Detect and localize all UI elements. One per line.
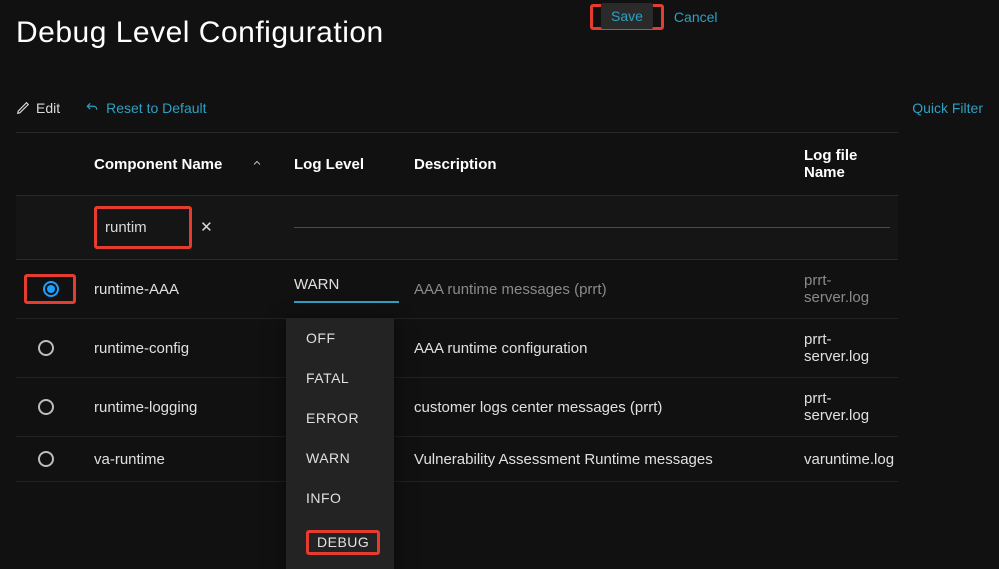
component-filter-input[interactable] xyxy=(103,213,183,242)
edit-button[interactable]: Edit xyxy=(16,100,60,116)
col-select-header xyxy=(16,133,86,196)
table-row[interactable]: va-runtime Vulnerability Assessment Runt… xyxy=(16,437,999,482)
page-title: Debug Level Configuration xyxy=(16,16,999,50)
reset-to-default-button[interactable]: Reset to Default xyxy=(84,100,206,116)
log-level-option-debug[interactable]: DEBUG xyxy=(286,518,394,567)
log-level-option-off[interactable]: OFF xyxy=(286,318,394,358)
toolbar: Edit Reset to Default Quick Filter xyxy=(16,100,999,116)
edit-label: Edit xyxy=(36,100,60,116)
log-level-option-fatal[interactable]: FATAL xyxy=(286,358,394,398)
description-cell: Vulnerability Assessment Runtime message… xyxy=(406,437,796,482)
log-level-option-info[interactable]: INFO xyxy=(286,478,394,518)
logfile-cell: varuntime.log xyxy=(796,437,898,482)
quick-filter-link[interactable]: Quick Filter xyxy=(912,100,983,116)
table-row[interactable]: runtime-AAA WARN OFF FATAL ERROR WARN IN… xyxy=(16,260,999,319)
row-select-radio[interactable] xyxy=(43,281,59,297)
description-cell: AAA runtime configuration xyxy=(406,319,796,378)
reset-label: Reset to Default xyxy=(106,100,206,116)
log-level-select[interactable]: WARN xyxy=(294,276,399,303)
component-name-cell: runtime-logging xyxy=(86,378,286,437)
table-row[interactable]: runtime-logging customer logs center mes… xyxy=(16,378,999,437)
row-select-radio[interactable] xyxy=(38,399,54,415)
log-level-dropdown: OFF FATAL ERROR WARN INFO DEBUG TRACE xyxy=(286,318,394,569)
row-select-radio[interactable] xyxy=(38,451,54,467)
cancel-link[interactable]: Cancel xyxy=(674,9,718,25)
description-cell: customer logs center messages (prrt) xyxy=(406,378,796,437)
logfile-cell: prrt-server.log xyxy=(796,260,898,319)
description-cell: AAA runtime messages (prrt) xyxy=(406,260,796,319)
undo-icon xyxy=(84,101,100,115)
logfile-cell: prrt-server.log xyxy=(796,319,898,378)
component-name-cell: runtime-AAA xyxy=(86,260,286,319)
component-name-cell: va-runtime xyxy=(86,437,286,482)
col-component-header[interactable]: Component Name xyxy=(86,133,286,196)
col-description-header[interactable]: Description xyxy=(406,133,796,196)
save-button[interactable]: Save xyxy=(601,3,653,29)
component-name-cell: runtime-config xyxy=(86,319,286,378)
pencil-icon xyxy=(16,101,30,115)
row-select-radio[interactable] xyxy=(38,340,54,356)
col-loglevel-header[interactable]: Log Level xyxy=(286,133,406,196)
col-logfile-header[interactable]: Log file Name xyxy=(796,133,898,196)
log-level-option-warn[interactable]: WARN xyxy=(286,438,394,478)
log-level-option-error[interactable]: ERROR xyxy=(286,398,394,438)
sort-asc-icon[interactable] xyxy=(251,156,263,173)
debug-level-table: Component Name Log Level Description Log… xyxy=(16,132,999,482)
clear-filter-icon[interactable]: ✕ xyxy=(200,219,213,236)
filter-row: ✕ xyxy=(16,196,999,260)
table-row[interactable]: runtime-config AAA runtime configuration… xyxy=(16,319,999,378)
logfile-cell: prrt-server.log xyxy=(796,378,898,437)
